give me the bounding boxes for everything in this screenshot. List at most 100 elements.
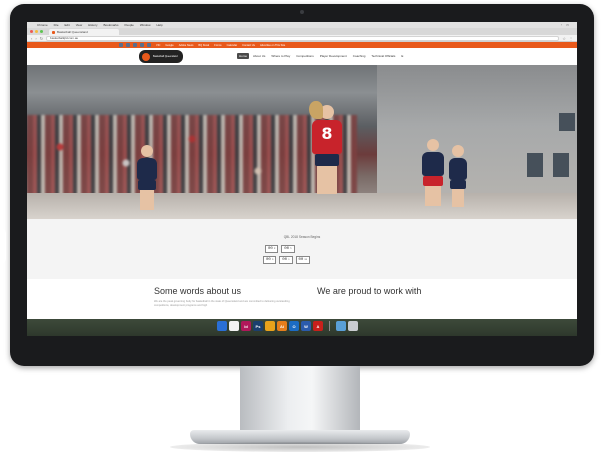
countdown-value: 00 xyxy=(298,258,304,262)
address-bar[interactable]: basketballqld.com.au xyxy=(46,35,560,41)
indesign-icon[interactable]: Id xyxy=(241,321,251,331)
countdown-value: 00 xyxy=(282,258,288,262)
topbar-link[interactable]: BQ Kiosk xyxy=(198,44,209,47)
menubar-item[interactable]: People xyxy=(125,23,134,27)
partners-heading: We are proud to work with xyxy=(317,286,422,296)
jersey-number: 8 xyxy=(321,124,333,143)
menubar-item[interactable]: File xyxy=(54,23,59,27)
countdown-unit: m xyxy=(271,258,274,261)
player-jersey xyxy=(422,152,444,176)
player-head xyxy=(452,145,464,157)
countdown-unit: ms xyxy=(304,258,308,261)
nav-technical-officials[interactable]: Technical Officials xyxy=(369,53,397,59)
countdown-unit: d xyxy=(273,247,276,250)
calendar-icon[interactable] xyxy=(229,321,239,331)
twitter-icon[interactable] xyxy=(126,43,130,47)
wifi-icon[interactable]: ◔ xyxy=(560,23,562,27)
monitor: Chrome File Edit View History Bookmarks … xyxy=(10,4,594,366)
nav-where-to-play[interactable]: Where to Play xyxy=(269,53,292,59)
player-right-1 xyxy=(419,139,447,206)
screen-glare xyxy=(0,228,6,264)
bookmark-star-icon[interactable]: ☆ xyxy=(562,36,566,41)
illustrator-icon[interactable]: Ai xyxy=(277,321,287,331)
player-jersey: 8 xyxy=(312,120,342,154)
topbar-link[interactable]: Adobe News xyxy=(179,44,194,47)
battery-icon[interactable]: ▭ xyxy=(566,23,569,27)
nav-more[interactable]: E xyxy=(399,53,405,59)
player-left xyxy=(135,145,159,210)
topbar-link[interactable]: Calendar xyxy=(227,44,238,47)
countdown-seconds: 00 s xyxy=(279,256,293,264)
player-shorts xyxy=(423,176,443,186)
player-head xyxy=(141,145,153,157)
countdown-unit: h xyxy=(290,247,292,250)
browser-tab-strip: Basketball Queensland xyxy=(27,28,577,35)
finder-icon[interactable] xyxy=(217,321,227,331)
outlook-icon[interactable]: O xyxy=(289,321,299,331)
menu-dots-icon[interactable]: ⋮ xyxy=(569,36,573,41)
window-controls xyxy=(30,30,43,33)
countdown-value: 00 xyxy=(266,258,271,262)
countdown-value: 00 xyxy=(268,247,273,251)
topbar-link[interactable]: Contact Us xyxy=(242,44,255,47)
forward-arrow-icon[interactable]: › xyxy=(35,36,36,41)
menubar-item[interactable]: Bookmarks xyxy=(103,23,118,27)
topbar-link[interactable]: Advertise on This Site xyxy=(260,44,285,47)
topbar-link[interactable]: Google xyxy=(165,44,173,47)
word-icon[interactable]: W xyxy=(301,321,311,331)
player-hair xyxy=(309,101,323,119)
countdown-milliseconds: 00 ms xyxy=(295,256,311,264)
back-arrow-icon[interactable]: ‹ xyxy=(31,36,32,41)
minimize-window-icon[interactable] xyxy=(35,30,38,33)
favicon-icon xyxy=(52,30,55,34)
site-logo[interactable]: Basketball Queensland xyxy=(139,50,183,63)
nav-home[interactable]: Home xyxy=(237,53,250,59)
player-legs xyxy=(317,166,337,194)
monitor-stand xyxy=(240,366,360,438)
chrome-icon[interactable] xyxy=(265,321,275,331)
linkedin-icon[interactable] xyxy=(147,43,151,47)
nav-player-development[interactable]: Player Development xyxy=(318,53,349,59)
countdown-unit: s xyxy=(288,258,290,261)
facebook-icon[interactable] xyxy=(119,43,123,47)
menubar-item[interactable]: Help xyxy=(157,23,163,27)
arena-window xyxy=(559,113,575,131)
nav-about-us[interactable]: About Us xyxy=(251,53,267,59)
content-section xyxy=(27,279,577,319)
youtube-icon[interactable] xyxy=(140,43,144,47)
mac-dock: Id Ps Ai O W A xyxy=(217,321,358,331)
menubar-item[interactable]: History xyxy=(88,23,97,27)
photoshop-icon[interactable]: Ps xyxy=(253,321,263,331)
reload-icon[interactable]: ↻ xyxy=(40,36,43,41)
menubar-status: ◔ ▭ xyxy=(560,23,573,27)
about-text: We are the peak governing body for baske… xyxy=(154,300,290,307)
player-shorts xyxy=(138,180,156,190)
instagram-icon[interactable] xyxy=(133,43,137,47)
close-window-icon[interactable] xyxy=(30,30,33,33)
menubar-item[interactable]: Window xyxy=(140,23,151,27)
camera xyxy=(300,10,304,14)
player-legs xyxy=(452,189,464,207)
countdown-row: 00 d 00 h xyxy=(265,245,295,253)
apple-logo-icon xyxy=(294,342,308,358)
countdown-title: QBL 2018 Season Begins xyxy=(283,235,321,239)
menubar-item[interactable]: Chrome xyxy=(37,23,48,27)
arena-window xyxy=(527,153,543,177)
screen: Chrome File Edit View History Bookmarks … xyxy=(27,22,577,336)
menubar-item[interactable]: View xyxy=(76,23,82,27)
zoom-window-icon[interactable] xyxy=(40,30,43,33)
topbar-link[interactable]: VIC xyxy=(156,44,160,47)
downloads-folder-icon[interactable] xyxy=(336,321,346,331)
countdown-hours: 00 h xyxy=(281,245,295,253)
countdown-days: 00 d xyxy=(265,245,279,253)
acrobat-icon[interactable]: A xyxy=(313,321,323,331)
topbar-link[interactable]: Forms xyxy=(214,44,221,47)
nav-competitions[interactable]: Competitions xyxy=(294,53,316,59)
player-number-8: 8 xyxy=(307,101,347,194)
player-shorts xyxy=(315,154,339,166)
arena-window xyxy=(553,153,569,177)
nav-coaching[interactable]: Coaching xyxy=(351,53,368,59)
menubar-item[interactable]: Edit xyxy=(65,23,70,27)
trash-icon[interactable] xyxy=(348,321,358,331)
countdown-value: 00 xyxy=(284,247,290,251)
